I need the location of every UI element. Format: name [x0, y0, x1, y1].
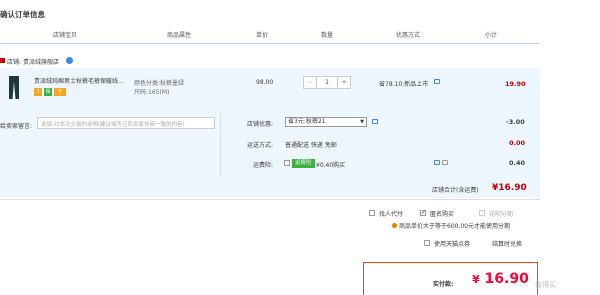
item-subtotal: 19.90 — [505, 80, 526, 88]
insurance-badge: 运费险 — [292, 159, 315, 168]
shop-label: 店铺: — [7, 59, 22, 66]
insurance-checkbox[interactable] — [284, 160, 290, 166]
tmall-points-label[interactable]: 使用天猫点券 — [434, 239, 470, 248]
shop-name-row[interactable]: 店铺: 贵派绒旗舰店 — [7, 57, 59, 66]
col-header-price: 单价 — [256, 32, 269, 39]
tag-icon-card: 卡 — [54, 88, 66, 96]
insurance-info-icon[interactable] — [434, 160, 440, 165]
page-title: 确认订单信息 — [0, 10, 45, 19]
quantity-stepper[interactable]: - 1 + — [303, 76, 351, 89]
tag-icon-7day: 7 — [34, 88, 42, 96]
col-header-qty: 数量 — [321, 32, 334, 39]
installment-note: 商品单价大于等于600.00元才能使用分期 — [399, 223, 510, 230]
coupon-value: -3.00 — [506, 118, 525, 126]
item-attr-color: 颜色分类:秋裤墨绿 — [134, 80, 185, 87]
shipping-label: 运送方式: — [247, 142, 274, 149]
proxy-pay-checkbox[interactable] — [369, 210, 375, 216]
watermark: 值得买 — [535, 281, 556, 289]
insurance-label: 运费险: — [253, 162, 274, 169]
header-divider — [0, 43, 540, 44]
settle-exchange-label: 结算时兑换 — [492, 241, 523, 248]
col-header-item: 店铺宝贝 — [53, 32, 78, 39]
payment-label: 实付款: — [433, 281, 454, 288]
proxy-pay-label[interactable]: 找人代付 — [379, 209, 403, 218]
item-title[interactable]: 贵派绒纯棉男士秋裤毛裤保暖线... — [34, 76, 124, 85]
payment-amount: ¥ 16.90 — [472, 271, 529, 287]
chevron-down-icon: ▼ — [360, 119, 364, 125]
item-row — [0, 68, 540, 110]
qty-input[interactable]: 1 — [316, 77, 338, 88]
shipping-value: 0.00 — [509, 139, 526, 147]
item-attr-size: 尺码:165(M) — [134, 89, 170, 96]
coupon-select[interactable]: 省3元:秋裤21 ▼ — [285, 117, 367, 127]
col-header-subtotal: 小计 — [485, 32, 498, 39]
message-label: 给卖家留言: — [0, 123, 33, 130]
qty-plus-button[interactable]: + — [338, 77, 350, 88]
payment-currency: ¥ — [472, 273, 480, 286]
panel-divider — [220, 112, 221, 177]
warning-icon — [392, 223, 397, 228]
installment-checkbox[interactable] — [479, 210, 485, 216]
coupon-selected: 省3元:秋裤21 — [288, 118, 326, 125]
insurance-price: ¥0.40购买 — [316, 162, 346, 169]
installment-label[interactable]: 花呗分期 — [489, 209, 513, 218]
shop-total-value: ¥16.90 — [492, 183, 527, 193]
coupon-info-icon[interactable] — [372, 119, 378, 124]
anonymous-label[interactable]: 匿名购买 — [430, 209, 454, 218]
insurance-value: 0.40 — [509, 159, 526, 167]
tmall-points-checkbox[interactable] — [424, 240, 430, 246]
col-header-promo: 优惠方式 — [396, 32, 421, 39]
seller-message-input[interactable]: 选填:对本次交易的说明(建议填写已和卖家协商一致的内容) — [37, 117, 215, 129]
col-header-attr: 商品属性 — [167, 32, 192, 39]
item-price: 98.00 — [256, 79, 274, 86]
shop-total-label: 店铺合计(含运费) — [432, 187, 479, 194]
shipping-method: 普通配送 快递 免邮 — [285, 142, 337, 149]
section-divider — [0, 199, 540, 200]
installment-notice: 商品单价大于等于600.00元才能使用分期 — [392, 221, 510, 230]
shop-icon — [0, 58, 5, 63]
promo-info-icon[interactable] — [434, 79, 440, 84]
coupon-label: 店铺优惠: — [247, 121, 274, 128]
payment-value: 16.90 — [484, 271, 529, 287]
insurance-help-icon[interactable] — [442, 160, 448, 165]
product-thumbnail[interactable] — [8, 76, 20, 100]
chat-badge-icon[interactable] — [66, 57, 73, 64]
qty-minus-button[interactable]: - — [304, 77, 316, 88]
item-promo: 省78.10:新品上市 — [379, 81, 429, 88]
shop-name: 贵派绒旗舰店 — [22, 59, 59, 66]
anonymous-checkbox[interactable] — [420, 209, 426, 216]
tag-icon-guarantee: 保 — [44, 88, 52, 96]
